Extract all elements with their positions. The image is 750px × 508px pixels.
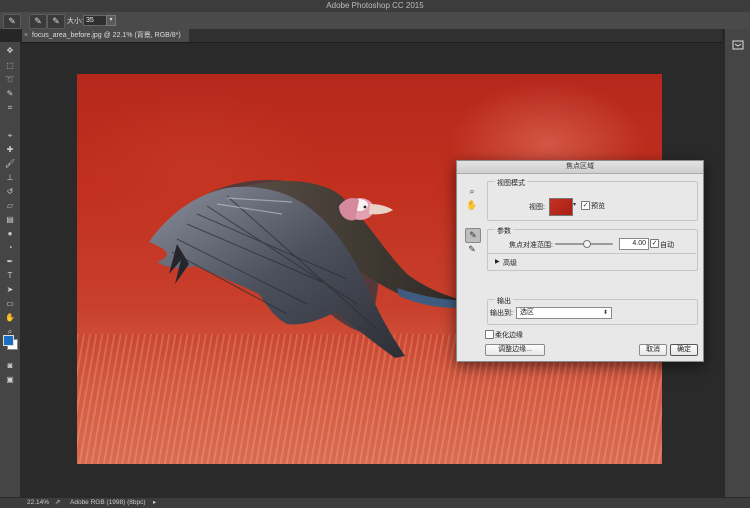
soften-edge-label: 柔化边缘	[495, 332, 523, 339]
parameters-label: 参数	[495, 226, 513, 236]
healing-brush-icon[interactable]: ✚	[4, 144, 16, 155]
rectangle-icon[interactable]: ▭	[4, 298, 16, 309]
output-to-select[interactable]: 选区 ⬍	[516, 307, 612, 319]
marquee-icon[interactable]: ⬚	[4, 60, 16, 71]
eyedropper-icon[interactable]: ⌖	[4, 130, 16, 141]
brush-minus-icon: ✎	[52, 16, 60, 26]
auto-label: 自动	[660, 242, 674, 249]
move-icon[interactable]: ✥	[4, 45, 16, 56]
size-input[interactable]: 35	[83, 15, 107, 26]
subtract-from-selection-button[interactable]: ✎	[47, 14, 65, 29]
output-label: 输出	[495, 296, 513, 306]
window-title: Adobe Photoshop CC 2015	[326, 1, 424, 10]
focus-area-add-icon[interactable]: ✎	[465, 228, 481, 243]
hand-icon[interactable]: ✋	[4, 312, 16, 323]
brush-plus-icon: ✎	[34, 16, 42, 26]
focus-area-dialog: 焦点区域 ⌕ ✋ ✎ ✎ 视图模式 视图: ▾ ✓ 预览 参数 焦点对准范围: …	[456, 160, 704, 362]
right-panel-strip	[724, 29, 750, 497]
document-tab-label: focus_area_before.jpg @ 22.1% (背景, RGB/8…	[32, 32, 181, 39]
dialog-tools: ⌕ ✋ ✎ ✎	[463, 177, 481, 357]
quick-select-icon[interactable]: ✎	[4, 88, 16, 99]
tool-preset-picker[interactable]: ✎	[3, 14, 21, 29]
divider	[487, 253, 696, 254]
history-brush-icon[interactable]: ↺	[4, 186, 16, 197]
brush-icon[interactable]: 🖌	[4, 158, 16, 169]
view-label: 视图:	[529, 204, 545, 211]
close-tab-button[interactable]: ×	[24, 29, 28, 42]
tools-panel: ✥ ⬚ ➰ ✎ ⌗ ⌖ ✚ 🖌 ⊥ ↺ ▱ ▤ ● ◔ ✒ T ➤ ▭ ✋ ⌕ …	[0, 42, 21, 497]
parameters-group	[487, 229, 698, 271]
ok-button[interactable]: 确定	[670, 344, 698, 356]
blur-icon[interactable]: ●	[4, 228, 16, 239]
hand-icon[interactable]: ✋	[465, 199, 479, 212]
foreground-color-swatch[interactable]	[3, 335, 14, 346]
type-icon[interactable]: T	[4, 270, 16, 281]
preview-label: 预览	[591, 203, 605, 210]
size-label: 大小:	[67, 18, 83, 25]
dialog-title: 焦点区域	[457, 161, 703, 174]
brush-icon: ✎	[8, 16, 16, 26]
screen-mode-icon[interactable]: ▣	[4, 374, 16, 385]
chevron-down-icon: ▾	[109, 17, 113, 23]
clone-stamp-icon[interactable]: ⊥	[4, 172, 16, 183]
pen-icon[interactable]: ✒	[4, 256, 16, 267]
path-select-icon[interactable]: ➤	[4, 284, 16, 295]
panel-collapse-icon[interactable]	[732, 39, 744, 51]
options-bar: ✎ ✎ ✎ 大小: 35 ▾	[0, 12, 750, 30]
size-dropdown[interactable]: ▾	[106, 15, 116, 26]
advanced-label[interactable]: 高级	[503, 258, 517, 268]
refine-edge-button[interactable]: 调整边缘...	[485, 344, 545, 356]
focus-area-subtract-icon[interactable]: ✎	[465, 243, 479, 256]
soften-edge-checkbox[interactable]	[485, 330, 494, 339]
lasso-icon[interactable]: ➰	[4, 74, 16, 85]
status-bar: 22.14% ⇗ Adobe RGB (1998) (8bpc) ▸	[0, 497, 750, 508]
add-to-selection-button[interactable]: ✎	[29, 14, 47, 29]
eraser-icon[interactable]: ▱	[4, 200, 16, 211]
gradient-icon[interactable]: ▤	[4, 214, 16, 225]
focus-range-input[interactable]: 4.00	[619, 238, 649, 250]
focus-range-label: 焦点对准范围:	[509, 242, 553, 249]
output-to-label: 输出到:	[490, 310, 513, 317]
disclosure-triangle-icon[interactable]: ▶	[495, 258, 500, 265]
cancel-button[interactable]: 取消	[639, 344, 667, 356]
select-arrows-icon: ⬍	[602, 310, 608, 316]
zoom-icon[interactable]: ⌕	[465, 185, 479, 198]
quick-mask-icon[interactable]: ◙	[4, 360, 16, 371]
document-tab-bar: × focus_area_before.jpg @ 22.1% (背景, RGB…	[22, 29, 722, 43]
chevron-down-icon[interactable]: ▾	[573, 201, 576, 208]
crop-icon[interactable]: ⌗	[4, 102, 16, 113]
output-to-value: 选区	[520, 309, 534, 316]
preview-checkbox[interactable]: ✓	[581, 201, 590, 210]
view-mode-label: 视图模式	[495, 178, 527, 188]
document-tab[interactable]: × focus_area_before.jpg @ 22.1% (背景, RGB…	[22, 29, 189, 42]
view-thumbnail[interactable]	[549, 198, 573, 216]
dodge-icon[interactable]: ◔	[4, 242, 16, 253]
focus-range-slider-thumb[interactable]	[582, 240, 591, 248]
auto-checkbox[interactable]: ✓	[650, 239, 659, 248]
